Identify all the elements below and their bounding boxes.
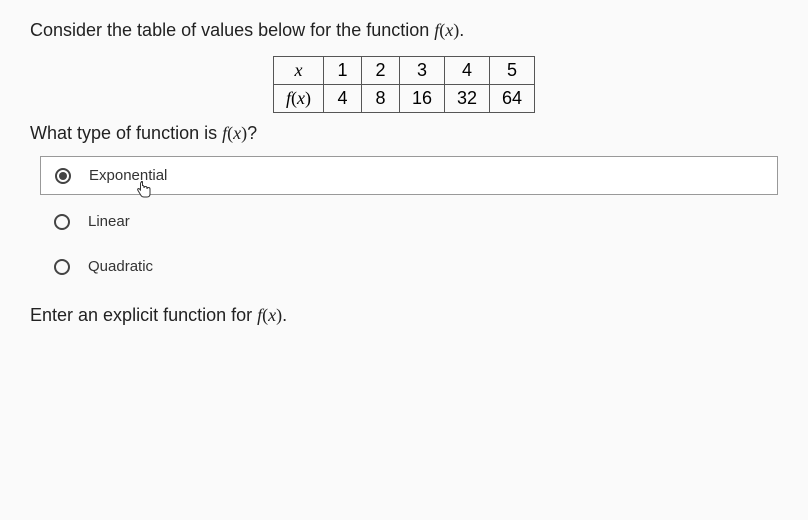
table-cell: 5	[490, 57, 535, 85]
table-cell: 4	[444, 57, 489, 85]
radio-unselected-icon	[54, 259, 70, 275]
options-group: Exponential Linear Quadratic	[40, 156, 778, 285]
value-table-wrap: x 1 2 3 4 5 f(x) 4 8 16 32 64	[30, 56, 778, 113]
radio-unselected-icon	[54, 214, 70, 230]
qmark: ?	[247, 123, 257, 143]
table-cell: 4	[323, 85, 361, 113]
table-cell: 64	[490, 85, 535, 113]
table-cell: 32	[444, 85, 489, 113]
prompt-1: Consider the table of values below for t…	[30, 20, 778, 41]
pointer-cursor-icon	[137, 181, 153, 202]
row-header-x: x	[273, 57, 323, 85]
table-cell: 3	[399, 57, 444, 85]
table-cell: 16	[399, 85, 444, 113]
table-cell: 8	[361, 85, 399, 113]
table-row: x 1 2 3 4 5	[273, 57, 534, 85]
table-row: f(x) 4 8 16 32 64	[273, 85, 534, 113]
prompt-1-text: Consider the table of values below for t…	[30, 20, 434, 40]
option-quadratic[interactable]: Quadratic	[40, 248, 778, 285]
option-linear[interactable]: Linear	[40, 203, 778, 240]
value-table: x 1 2 3 4 5 f(x) 4 8 16 32 64	[273, 56, 535, 113]
prompt-2: What type of function is f(x)?	[30, 123, 778, 144]
radio-selected-icon	[55, 168, 71, 184]
option-label: Exponential	[89, 167, 167, 184]
prompt-3: Enter an explicit function for f(x).	[30, 305, 778, 326]
table-cell: 2	[361, 57, 399, 85]
option-exponential[interactable]: Exponential	[40, 156, 778, 195]
option-label: Quadratic	[88, 258, 153, 275]
prompt-2-text: What type of function is	[30, 123, 222, 143]
period: .	[459, 20, 464, 40]
prompt-3-text: Enter an explicit function for	[30, 305, 257, 325]
row-header-fx: f(x)	[273, 85, 323, 113]
table-cell: 1	[323, 57, 361, 85]
option-label: Linear	[88, 213, 130, 230]
